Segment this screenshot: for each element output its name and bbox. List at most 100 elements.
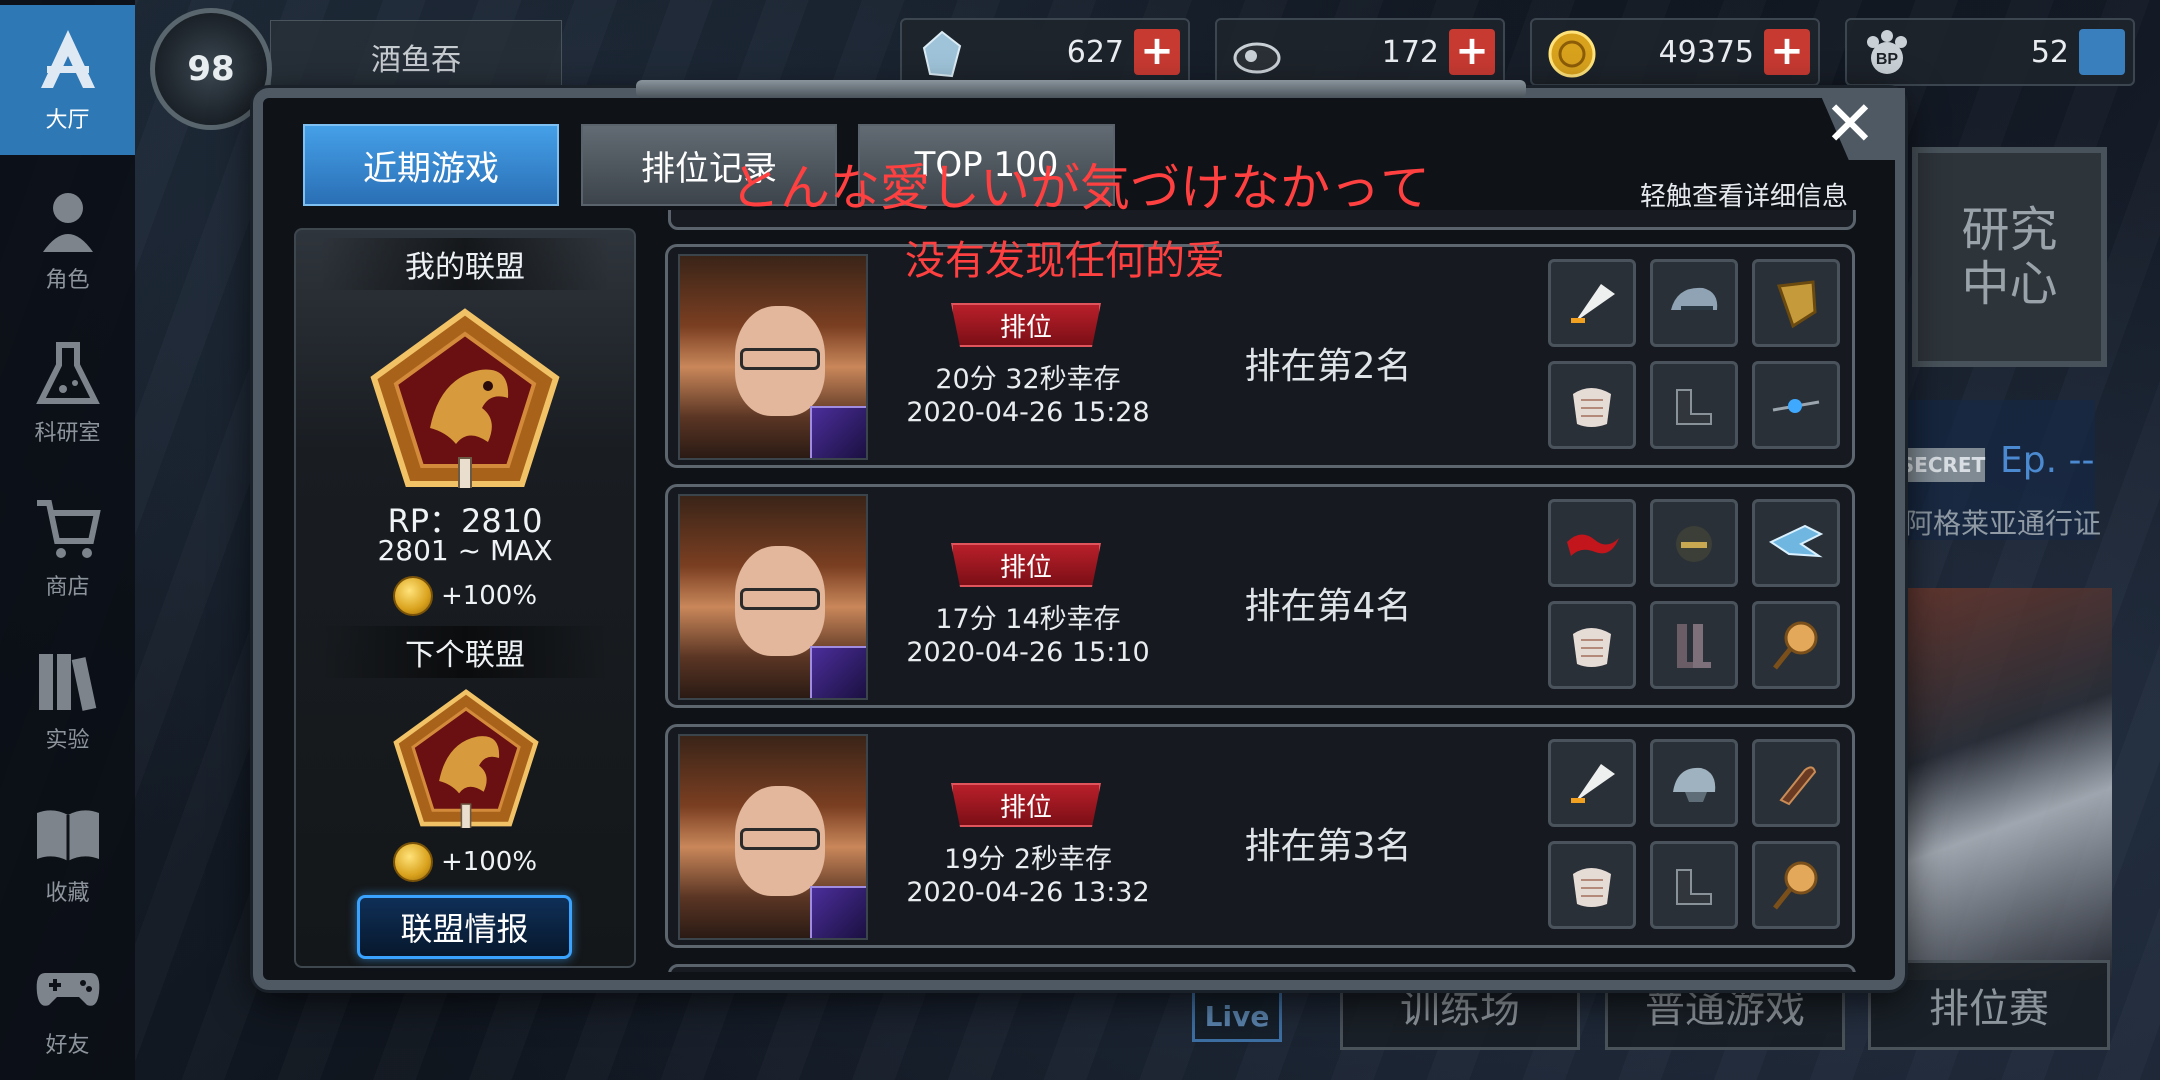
game-date: 2020-04-26 15:10	[906, 637, 1150, 668]
league-info-button[interactable]: 联盟情报	[357, 895, 572, 959]
placement: 排在第2名	[1244, 346, 1412, 387]
crystal-icon	[922, 30, 962, 78]
placement: 排在第3名	[1244, 826, 1412, 867]
overlay-lyric-chinese: 没有发现任何的爱	[905, 238, 1225, 284]
crystal-wing-icon	[1752, 499, 1840, 587]
resource-coin: 49375 +	[1530, 18, 1820, 86]
lobby-icon	[33, 26, 103, 96]
mode-badge: 排位	[951, 303, 1101, 347]
dark-helmet-icon	[1650, 499, 1738, 587]
golden-mirror-icon	[1752, 601, 1840, 689]
rp-range: 2801 ~ MAX	[377, 534, 553, 567]
golden-mirror-icon	[1752, 841, 1840, 929]
hero-artwork	[1870, 588, 2112, 980]
episode-label: Ep. --	[2000, 440, 2095, 481]
sidebar-item-label: 收藏	[45, 881, 90, 906]
white-armor-icon	[1548, 601, 1636, 689]
live-button[interactable]: Live	[1192, 990, 1282, 1042]
pass-label: 阿格莱亚通行证	[1905, 507, 2102, 540]
coin-icon	[392, 842, 433, 882]
sidebar-item-label: 实验	[45, 728, 90, 753]
coin-icon	[392, 576, 433, 616]
sidebar-item-friends[interactable]: 好友	[0, 930, 135, 1080]
research-center-label: 研究中心	[1961, 202, 2058, 312]
game-date: 2020-04-26 15:28	[906, 397, 1150, 428]
cart-icon	[33, 493, 103, 563]
sidebar-item-label: 角色	[45, 268, 90, 293]
steel-helmet-icon	[1650, 739, 1738, 827]
next-league-title: 下个联盟	[320, 626, 610, 678]
mode-badge: 排位	[951, 783, 1101, 827]
my-league-title: 我的联盟	[320, 238, 610, 290]
research-center-panel[interactable]: 研究中心	[1912, 147, 2107, 367]
survive-time: 17分 14秒幸存	[935, 604, 1121, 635]
black-boots-icon	[1650, 841, 1738, 929]
tab-recent-games[interactable]: 近期游戏	[303, 124, 559, 206]
resource-value: 49375	[1658, 34, 1754, 70]
sidebar-item-label: 大厅	[45, 108, 90, 133]
sidebar-item-character[interactable]: 角色	[0, 165, 135, 315]
white-armor-icon	[1548, 841, 1636, 929]
secret-tag: SECRET	[1900, 448, 1985, 482]
weapon-icon	[810, 886, 866, 938]
list-item-partial	[668, 964, 1856, 972]
open-book-icon	[33, 799, 103, 869]
placement: 排在第4名	[1244, 586, 1412, 627]
resource-value: 627	[1066, 34, 1124, 70]
sidebar: 大厅 角色 科研室 商店 实验 收藏 好友	[0, 0, 135, 1080]
blue-gem-icon	[1752, 361, 1840, 449]
gold-shield-icon	[1752, 259, 1840, 347]
add-crystal-button[interactable]: +	[1134, 29, 1180, 75]
add-coin-button[interactable]: +	[1764, 29, 1810, 75]
coin-icon	[1548, 30, 1596, 78]
sidebar-item-experiment[interactable]: 实验	[0, 625, 135, 775]
list-item[interactable]: 排位 17分 14秒幸存 2020-04-26 15:10 排在第4名	[665, 484, 1855, 708]
sidebar-item-label: 科研室	[34, 421, 101, 446]
resource-device: 172 +	[1215, 18, 1505, 86]
gamepad-icon	[33, 951, 103, 1021]
recent-games-list[interactable]: 排位 20分 32秒幸存 2020-04-26 15:28 排在第2名 排位 1…	[660, 210, 1860, 972]
mode-badge: 排位	[951, 543, 1101, 587]
next-league-emblem	[393, 689, 539, 828]
sidebar-item-collection[interactable]: 收藏	[0, 778, 135, 928]
close-button[interactable]: ✕	[1820, 93, 1880, 155]
character-portrait	[678, 494, 868, 700]
game-date: 2020-04-26 13:32	[906, 877, 1150, 908]
league-bonus-value: +100%	[440, 581, 538, 611]
sidebar-item-lobby[interactable]: 大厅	[0, 5, 135, 155]
sidebar-item-lab[interactable]: 科研室	[0, 318, 135, 468]
weapon-icon	[810, 406, 866, 458]
detail-hint: 轻触查看详细信息	[1640, 182, 1849, 212]
svg-text:BP: BP	[1876, 51, 1899, 68]
league-bonus: +100%	[294, 576, 636, 616]
character-portrait	[678, 254, 868, 460]
resource-crystal: 627 +	[900, 18, 1190, 86]
books-icon	[33, 646, 103, 716]
resource-bp: BP 52	[1845, 18, 2135, 86]
sidebar-item-label: 商店	[45, 575, 90, 600]
survive-time: 19分 2秒幸存	[943, 844, 1113, 875]
armor-helmet-icon	[1650, 259, 1738, 347]
character-icon	[33, 186, 103, 256]
survive-time: 20分 32秒幸存	[935, 364, 1121, 395]
list-item[interactable]: 排位 20分 32秒幸存 2020-04-26 15:28 排在第2名	[665, 244, 1855, 468]
resource-value: 172	[1381, 34, 1439, 70]
black-boots-icon	[1650, 361, 1738, 449]
character-portrait	[678, 734, 868, 940]
list-item[interactable]: 排位 19分 2秒幸存 2020-04-26 13:32 排在第3名	[665, 724, 1855, 948]
next-league-bonus: +100%	[294, 842, 636, 882]
weapon-icon	[810, 646, 866, 698]
modal-grip	[636, 80, 1526, 98]
league-emblem	[370, 308, 560, 488]
add-device-button[interactable]: +	[1449, 29, 1495, 75]
red-scarf-icon	[1548, 499, 1636, 587]
white-flag-icon	[1548, 739, 1636, 827]
flask-icon	[33, 339, 103, 409]
sidebar-item-label: 好友	[45, 1033, 90, 1058]
bp-paw-icon: BP	[1867, 30, 1907, 74]
bp-card-button[interactable]	[2079, 29, 2125, 75]
sidebar-item-shop[interactable]: 商店	[0, 472, 135, 622]
grey-boots-icon	[1650, 601, 1738, 689]
bronze-bullet-icon	[1752, 739, 1840, 827]
player-name[interactable]: 酒鱼吞	[270, 20, 562, 94]
